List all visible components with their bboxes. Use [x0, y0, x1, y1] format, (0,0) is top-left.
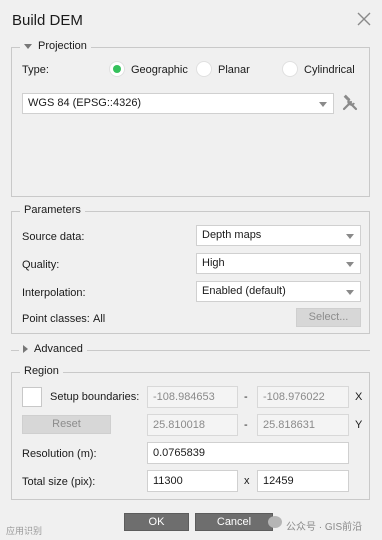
projection-group: Projection Type: Geographic Planar Cylin…: [11, 40, 370, 197]
radio-geographic-label[interactable]: Geographic: [131, 64, 188, 76]
advanced-legend: Advanced: [34, 343, 83, 355]
interpolation-label: Interpolation:: [22, 287, 86, 299]
radio-geographic[interactable]: [109, 61, 125, 77]
radio-planar[interactable]: [196, 61, 212, 77]
y-range-dash: -: [244, 419, 248, 431]
select-classes-button[interactable]: Select...: [296, 308, 361, 327]
total-size-separator: x: [244, 475, 250, 487]
source-data-label: Source data:: [22, 231, 85, 243]
chevron-down-icon: [346, 290, 354, 295]
projection-legend: Projection: [38, 40, 87, 52]
parameters-legend: Parameters: [20, 204, 85, 216]
y-min-field[interactable]: 25.810018: [147, 414, 238, 436]
setup-boundaries-label[interactable]: Setup boundaries:: [50, 391, 139, 403]
resolution-field[interactable]: 0.0765839: [147, 442, 349, 464]
quality-label: Quality:: [22, 259, 60, 271]
x-range-dash: -: [244, 391, 248, 403]
source-data-value: Depth maps: [202, 229, 262, 241]
advanced-header[interactable]: Advanced: [19, 343, 87, 355]
chevron-down-icon: [346, 262, 354, 267]
x-max-field[interactable]: -108.976022: [257, 386, 349, 408]
radio-cylindrical-label[interactable]: Cylindrical: [304, 64, 355, 76]
watermark-left: 应用识别: [6, 526, 43, 536]
wechat-icon: [268, 516, 282, 528]
setup-boundaries-checkbox[interactable]: [22, 387, 42, 407]
close-icon[interactable]: [355, 10, 373, 28]
x-min-field[interactable]: -108.984653: [147, 386, 238, 408]
y-axis-label: Y: [355, 419, 363, 431]
y-max-field[interactable]: 25.818631: [257, 414, 349, 436]
total-size-label: Total size (pix):: [22, 476, 96, 488]
radio-planar-label[interactable]: Planar: [218, 64, 250, 76]
quality-value: High: [202, 257, 225, 269]
cancel-button[interactable]: Cancel: [195, 513, 273, 531]
chevron-down-icon: [346, 234, 354, 239]
region-group: Region Setup boundaries: -108.984653 - -…: [11, 365, 370, 500]
dialog-title: Build DEM: [12, 12, 83, 29]
expand-arrow-icon: [23, 345, 28, 354]
ok-button[interactable]: OK: [124, 513, 189, 531]
reset-button[interactable]: Reset: [22, 415, 111, 434]
watermark-right: 公众号 · GIS前沿: [286, 522, 363, 533]
crs-select[interactable]: WGS 84 (EPSG::4326): [22, 93, 334, 114]
projection-header[interactable]: Projection: [20, 40, 91, 52]
quality-select[interactable]: High: [196, 253, 361, 274]
interpolation-select[interactable]: Enabled (default): [196, 281, 361, 302]
total-size-x-field[interactable]: 11300: [147, 470, 238, 492]
resolution-label: Resolution (m):: [22, 448, 97, 460]
tools-icon[interactable]: [341, 94, 359, 112]
interpolation-value: Enabled (default): [202, 285, 286, 297]
point-classes-value: All: [93, 313, 106, 325]
point-classes-label: Point classes:: [22, 313, 90, 325]
x-axis-label: X: [355, 391, 363, 403]
total-size-y-field[interactable]: 12459: [257, 470, 349, 492]
type-label: Type:: [22, 64, 49, 76]
collapse-arrow-icon: [24, 43, 32, 49]
region-legend: Region: [20, 365, 63, 377]
source-data-select[interactable]: Depth maps: [196, 225, 361, 246]
crs-value: WGS 84 (EPSG::4326): [28, 97, 142, 109]
radio-cylindrical[interactable]: [282, 61, 298, 77]
chevron-down-icon: [319, 102, 327, 107]
parameters-group: Parameters Source data: Depth maps Quali…: [11, 204, 370, 334]
